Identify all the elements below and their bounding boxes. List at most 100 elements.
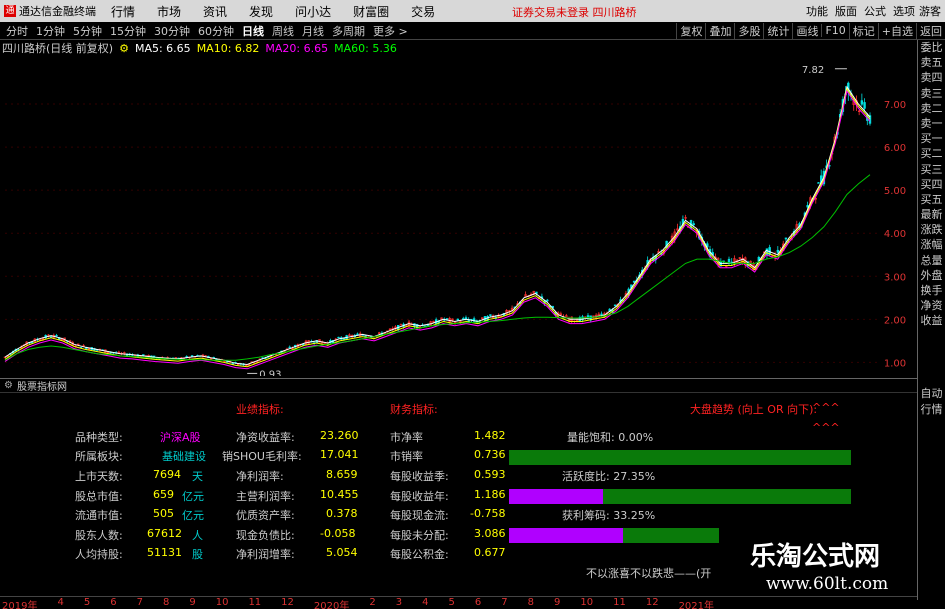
chart-info-bar: 四川路桥(日线 前复权) ⚙ MA5: 6.65 MA10: 6.82 MA20… xyxy=(0,41,397,56)
candle-body xyxy=(445,318,449,320)
side-item[interactable]: 买四 xyxy=(918,177,945,192)
menu-item-news[interactable]: 资讯 xyxy=(192,3,238,20)
gauge-fill xyxy=(509,489,603,504)
candle-body xyxy=(399,323,403,326)
candle-body xyxy=(462,318,465,320)
perf-value: 10.455 xyxy=(320,488,359,501)
side-item[interactable]: 换手 xyxy=(918,283,945,298)
tool-button[interactable]: +自选 xyxy=(877,22,916,39)
tool-button[interactable]: 复权 xyxy=(676,22,705,39)
tool-button[interactable]: 叠加 xyxy=(705,22,734,39)
menu-item-function[interactable]: 功能 xyxy=(806,3,828,19)
side-item[interactable]: 买三 xyxy=(918,162,945,177)
side-item[interactable]: 卖二 xyxy=(918,101,945,116)
menu-item-formula[interactable]: 公式 xyxy=(864,3,886,19)
date-tick: 4 xyxy=(422,597,429,608)
menu-item-options[interactable]: 选项 xyxy=(893,3,915,19)
side-item[interactable]: 买一 xyxy=(918,131,945,146)
tool-button[interactable]: 返回 xyxy=(916,22,945,39)
kline-chart[interactable]: 7.00 6.00 5.00 4.00 3.00 2.00 1.00 7.82 0.93 xyxy=(0,56,917,380)
period-tab[interactable]: 周线 xyxy=(268,23,298,39)
gauge-label: 获利筹码: 33.25% xyxy=(562,509,656,522)
gauge-bar-profit xyxy=(509,528,719,543)
menu-item-ask[interactable]: 问小达 xyxy=(284,3,342,20)
basic-value: 51131 xyxy=(147,546,182,559)
date-tick: 12 xyxy=(645,597,659,608)
panel-title: 股票指标网 xyxy=(16,382,67,393)
side-item[interactable]: 买二 xyxy=(918,146,945,161)
menu-item-quote[interactable]: 行情 xyxy=(100,3,146,20)
trend-arrows: ^^^ xyxy=(812,401,840,414)
side-item[interactable]: 总量 xyxy=(918,253,945,268)
period-tab[interactable]: 30分钟 xyxy=(150,23,194,39)
period-tab[interactable]: 5分钟 xyxy=(69,23,106,39)
side-item[interactable]: 最新 xyxy=(918,207,945,222)
menu-item-discover[interactable]: 发现 xyxy=(238,3,284,20)
candle-body xyxy=(765,248,769,255)
menu-item-layout[interactable]: 版面 xyxy=(835,3,857,19)
menu-item-trade[interactable]: 交易 xyxy=(400,3,446,20)
side-item[interactable]: 收益 xyxy=(918,313,945,328)
date-tick: 11 xyxy=(248,597,262,608)
date-tick: 2020年 xyxy=(313,601,350,609)
period-tab[interactable]: 分时 xyxy=(2,23,32,39)
perf-key: 优质资产率: xyxy=(236,509,295,522)
tool-button[interactable]: F10 xyxy=(821,24,848,37)
period-tab-more[interactable]: 更多 > xyxy=(369,23,412,39)
gear-icon[interactable]: ⚙ xyxy=(119,42,129,55)
fin-value: 0.736 xyxy=(474,448,506,461)
tool-button[interactable]: 多股 xyxy=(734,22,763,39)
menu-item-wealth[interactable]: 财富圈 xyxy=(342,3,400,20)
side-item[interactable]: 涨幅 xyxy=(918,237,945,252)
period-tab[interactable]: 60分钟 xyxy=(194,23,238,39)
period-tab[interactable]: 1分钟 xyxy=(32,23,69,39)
fin-key: 市净率 xyxy=(390,431,423,444)
login-notice[interactable]: 证券交易未登录 四川路桥 xyxy=(512,4,637,20)
candle-body xyxy=(692,223,695,226)
guest-label[interactable]: 游客 xyxy=(919,3,941,19)
perf-value: 23.260 xyxy=(320,429,359,442)
tool-button[interactable]: 统计 xyxy=(763,22,792,39)
candle-body xyxy=(776,249,780,253)
basic-unit: 亿元 xyxy=(182,509,204,522)
tool-button[interactable]: 标记 xyxy=(848,22,878,39)
watermark-title: 乐淘公式网 xyxy=(750,542,881,572)
side-item[interactable]: 委比 xyxy=(918,40,945,55)
menu-item-market[interactable]: 市场 xyxy=(146,3,192,20)
side-item[interactable]: 卖四 xyxy=(918,70,945,85)
slogan: 不以涨喜不以跌悲——(开 xyxy=(586,567,712,580)
date-tick: 10 xyxy=(215,597,229,608)
basic-key: 股总市值: xyxy=(75,490,123,503)
side-item[interactable]: 买五 xyxy=(918,192,945,207)
candle-body xyxy=(860,100,864,105)
period-tab-active[interactable]: 日线 xyxy=(238,23,268,39)
side-item[interactable]: 卖五 xyxy=(918,55,945,70)
side-item-auto[interactable]: 自动 xyxy=(918,386,945,402)
side-item[interactable]: 净资 xyxy=(918,298,945,313)
period-tab[interactable]: 月线 xyxy=(298,23,328,39)
watermark-url: www.60lt.com xyxy=(766,574,889,594)
perf-key: 净利润增率: xyxy=(236,548,295,561)
settings-icon[interactable]: ⚙ xyxy=(4,380,13,391)
side-item[interactable]: 涨跌 xyxy=(918,222,945,237)
date-tick: 2021年 xyxy=(678,601,715,609)
y-tick-label: 2.00 xyxy=(884,315,906,326)
fin-key: 每股现金流: xyxy=(390,509,449,522)
date-tick: 12 xyxy=(281,597,294,608)
side-item-quote[interactable]: 行情 xyxy=(918,402,945,418)
fin-value: 1.482 xyxy=(474,429,506,442)
period-tab[interactable]: 15分钟 xyxy=(106,23,150,39)
period-tab[interactable]: 多周期 xyxy=(328,23,369,39)
side-item[interactable]: 外盘 xyxy=(918,268,945,283)
date-axis: 2019年 4 5 6 7 8 9 10 11 12 2020年 2 3 4 5 6 7 8 9 10 11 12 2021… xyxy=(0,596,917,609)
fin-value: -0.758 xyxy=(470,507,506,520)
side-item[interactable]: 卖一 xyxy=(918,116,945,131)
candle-body xyxy=(863,102,866,109)
date-tick: 11 xyxy=(613,597,626,608)
gauge-label: 量能饱和: 0.00% xyxy=(567,431,654,444)
tool-button[interactable]: 画线 xyxy=(792,22,821,39)
candle-body xyxy=(632,280,636,283)
side-item[interactable]: 卖三 xyxy=(918,86,945,101)
ma5-line xyxy=(4,85,871,366)
main-menu: 行情 市场 资讯 发现 问小达 财富圈 交易 xyxy=(100,3,446,20)
